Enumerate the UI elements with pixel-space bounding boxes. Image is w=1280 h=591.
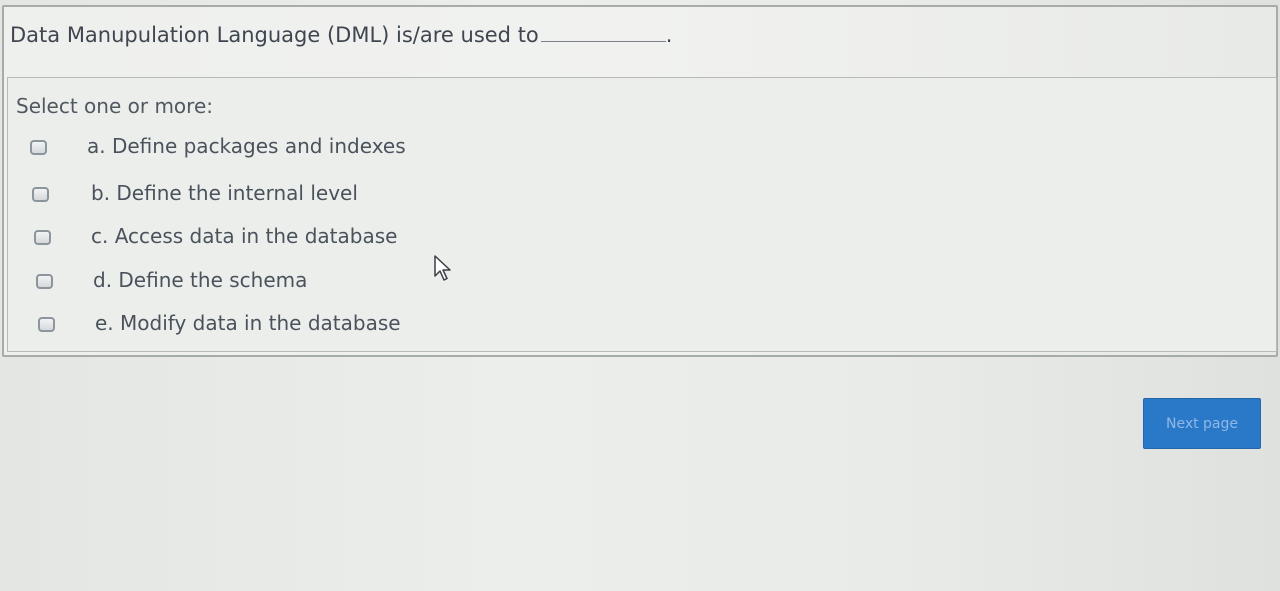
quiz-screen: Data Manupulation Language (DML) is/are … — [0, 0, 1280, 591]
checkbox-c[interactable] — [34, 230, 51, 245]
question-suffix: . — [665, 23, 673, 47]
question-card: Data Manupulation Language (DML) is/are … — [2, 5, 1278, 357]
question-text: Data Manupulation Language (DML) is/are … — [10, 23, 672, 47]
answer-area: Select one or more: a. Define packages a… — [7, 77, 1277, 352]
option-b-label: b. Define the internal level — [91, 181, 358, 205]
answer-prompt: Select one or more: — [16, 94, 213, 118]
checkbox-b[interactable] — [32, 187, 49, 202]
answer-blank — [540, 23, 666, 42]
checkbox-a[interactable] — [30, 140, 47, 155]
option-e-label: e. Modify data in the database — [95, 311, 401, 335]
option-a-label: a. Define packages and indexes — [87, 134, 406, 158]
next-page-button[interactable]: Next page — [1143, 398, 1261, 449]
mouse-pointer-icon — [434, 255, 451, 281]
checkbox-e[interactable] — [38, 317, 55, 332]
question-stem: Data Manupulation Language (DML) is/are … — [10, 23, 539, 47]
checkbox-d[interactable] — [36, 274, 53, 289]
option-d-label: d. Define the schema — [93, 268, 308, 292]
option-c-label: c. Access data in the database — [91, 224, 398, 248]
